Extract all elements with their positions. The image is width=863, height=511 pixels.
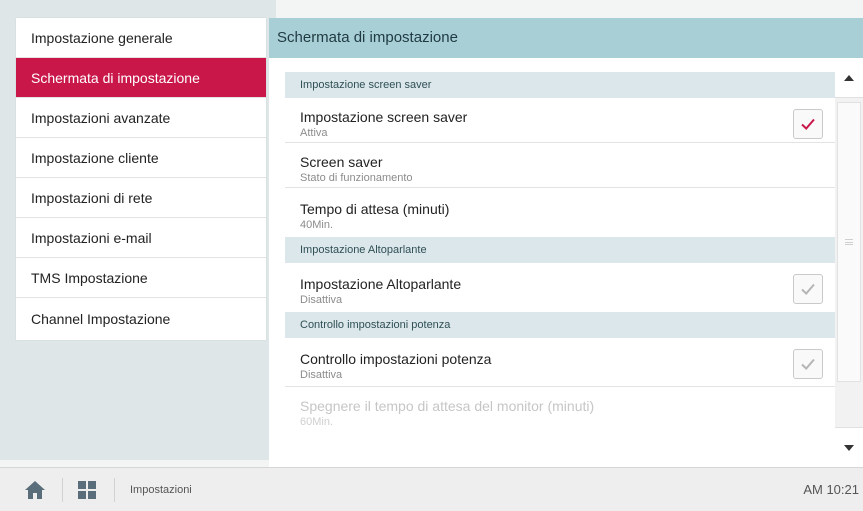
app-frame: Impostazione generale Schermata di impos… [0, 0, 863, 511]
setting-screen-saver[interactable]: Screen saver Stato di funzionamento [285, 143, 835, 188]
apps-grid-icon [78, 481, 86, 489]
sidebar-panel: Impostazione generale Schermata di impos… [0, 0, 276, 460]
apps-grid-icon [88, 481, 96, 489]
setting-value: Stato di funzionamento [300, 172, 413, 184]
setting-value: 40Min. [300, 219, 334, 231]
sidebar-menu: Impostazione generale Schermata di impos… [16, 18, 266, 340]
setting-title: Spegnere il tempo di attesa del monitor … [300, 398, 595, 414]
section-header-potenza: Controllo impostazioni potenza [285, 312, 835, 338]
grip-icon [845, 239, 853, 245]
sidebar-item-tms-impostazione[interactable]: TMS Impostazione [16, 258, 266, 298]
apps-grid-icon [88, 491, 96, 499]
triangle-up-icon [844, 74, 854, 81]
setting-title: Screen saver [300, 154, 383, 170]
divider [114, 478, 115, 502]
setting-title: Impostazione screen saver [300, 109, 468, 125]
scroll-down-button[interactable] [835, 427, 863, 467]
check-icon [801, 118, 815, 130]
potenza-checkbox[interactable] [793, 349, 823, 379]
setting-value: Attiva [300, 127, 328, 139]
setting-value: Disattiva [300, 369, 343, 381]
clock: AM 10:21 [803, 482, 859, 497]
breadcrumb: Impostazioni [130, 484, 192, 496]
screen-saver-checkbox[interactable] [793, 109, 823, 139]
setting-screen-saver-toggle[interactable]: Impostazione screen saver Attiva [285, 98, 835, 143]
section-header-screen-saver: Impostazione screen saver [285, 72, 835, 98]
setting-title: Tempo di attesa (minuti) [300, 201, 450, 217]
divider [62, 478, 63, 502]
settings-panel: Schermata di impostazione Impostazione s… [269, 18, 863, 467]
apps-grid-icon [78, 491, 86, 499]
sidebar-item-impostazioni-di-rete[interactable]: Impostazioni di rete [16, 178, 266, 218]
setting-title: Impostazione Altoparlante [300, 276, 462, 292]
settings-list: Impostazione screen saver Impostazione s… [285, 72, 835, 467]
setting-value: Disattiva [300, 294, 343, 306]
sidebar-item-impostazione-generale[interactable]: Impostazione generale [16, 18, 266, 58]
setting-wait-time[interactable]: Tempo di attesa (minuti) 40Min. [285, 188, 835, 237]
apps-grid-button[interactable] [78, 481, 96, 499]
section-header-altoparlante: Impostazione Altoparlante [285, 237, 835, 263]
scroll-thumb[interactable] [837, 102, 861, 382]
bottom-bar: Impostazioni AM 10:21 [0, 467, 863, 511]
sidebar-item-schermata-di-impostazione[interactable]: Schermata di impostazione [16, 58, 266, 98]
scroll-up-button[interactable] [835, 58, 863, 98]
home-icon [25, 481, 45, 499]
scrollbar[interactable] [835, 58, 863, 467]
setting-monitor-off-wait: Spegnere il tempo di attesa del monitor … [285, 387, 835, 432]
sidebar-item-impostazioni-email[interactable]: Impostazioni e-mail [16, 218, 266, 258]
setting-title: Controllo impostazioni potenza [300, 351, 492, 367]
panel-title: Schermata di impostazione [269, 18, 863, 58]
setting-altoparlante-toggle[interactable]: Impostazione Altoparlante Disattiva [285, 263, 835, 312]
triangle-down-icon [844, 444, 854, 451]
check-icon [801, 358, 815, 370]
sidebar-item-channel-impostazione[interactable]: Channel Impostazione [16, 298, 266, 340]
altoparlante-checkbox[interactable] [793, 274, 823, 304]
sidebar-item-impostazioni-avanzate[interactable]: Impostazioni avanzate [16, 98, 266, 138]
check-icon [801, 283, 815, 295]
setting-potenza-toggle[interactable]: Controllo impostazioni potenza Disattiva [285, 338, 835, 387]
sidebar-item-impostazione-cliente[interactable]: Impostazione cliente [16, 138, 266, 178]
home-button[interactable] [24, 480, 46, 500]
setting-value: 60Min. [300, 416, 334, 428]
